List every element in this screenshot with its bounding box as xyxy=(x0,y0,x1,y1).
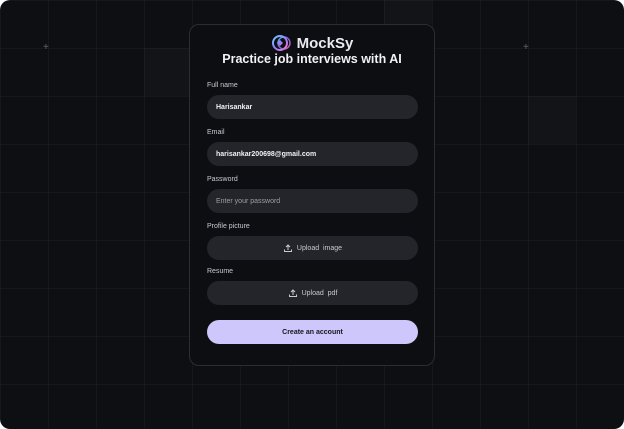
logo-icon xyxy=(271,35,291,51)
resume-label: Resume xyxy=(207,268,234,275)
password-label: Password xyxy=(207,176,238,183)
password-input[interactable]: Enter your password xyxy=(207,189,418,213)
signup-card: MockSy Practice job interviews with AI F… xyxy=(189,24,435,366)
background-tile xyxy=(144,48,192,96)
email-label: Email xyxy=(207,129,225,136)
page-title: Practice job interviews with AI xyxy=(222,52,402,66)
brand-name: MockSy xyxy=(296,34,354,52)
background-tile xyxy=(528,96,576,144)
upload-icon xyxy=(283,244,292,252)
upload-icon xyxy=(288,289,297,297)
profile-picture-label: Profile picture xyxy=(207,223,250,230)
sparkle-icon: + xyxy=(523,42,529,53)
upload-image-button[interactable]: Upload image xyxy=(207,236,418,260)
email-input[interactable]: harisankar200698@gmail.com xyxy=(207,142,418,166)
full-name-input[interactable]: Harisankar xyxy=(207,95,418,119)
create-account-button[interactable]: Create an account xyxy=(207,320,418,344)
upload-image-label: Upload image xyxy=(296,244,343,252)
full-name-label: Full name xyxy=(207,82,238,89)
sparkle-icon: + xyxy=(43,42,49,53)
brand-header: MockSy xyxy=(190,33,434,53)
app-window: + + MockSy Practice job interviews with … xyxy=(0,0,624,429)
upload-pdf-button[interactable]: Upload pdf xyxy=(207,281,418,305)
upload-pdf-label: Upload pdf xyxy=(301,289,338,297)
background-tile xyxy=(384,0,432,24)
